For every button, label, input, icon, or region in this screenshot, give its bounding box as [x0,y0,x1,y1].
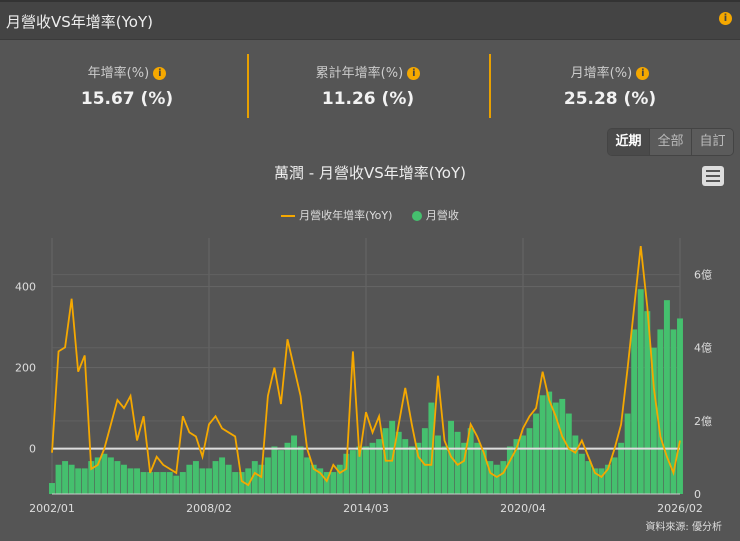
revenue-bar [539,395,546,494]
revenue-bar [291,435,298,494]
revenue-bar [134,468,141,494]
revenue-bar [369,442,376,494]
revenue-bar [68,464,75,494]
revenue-bar [395,431,402,494]
revenue-bar [434,435,441,494]
revenue-bar [657,329,664,494]
revenue-bar [330,472,337,494]
revenue-bar [153,472,160,494]
revenue-bar [232,472,239,494]
revenue-bar [297,446,304,494]
revenue-bar [578,453,585,494]
revenue-bar [212,461,219,494]
revenue-bar [474,442,481,494]
y-right-tick-label: 4億 [694,342,712,355]
revenue-bar [120,464,127,494]
revenue-bar [500,461,507,494]
revenue-bar [624,413,631,494]
revenue-bar [173,475,180,494]
revenue-bar [637,289,644,494]
revenue-bar [506,446,513,494]
revenue-bar [55,464,62,494]
y-right-tick-label: 6億 [694,269,712,282]
revenue-bar [192,461,199,494]
revenue-bar [225,464,232,494]
x-tick-label: 2002/01 [29,502,75,515]
revenue-bar [631,329,638,494]
revenue-bar [147,472,154,494]
revenue-bar [186,464,193,494]
revenue-bar [75,468,82,494]
revenue-bar [363,446,369,494]
revenue-bar [572,435,579,494]
revenue-bar [493,464,500,494]
revenue-bar [304,457,311,494]
revenue-bar [677,318,683,494]
revenue-bar [408,446,415,494]
revenue-bar [376,439,383,494]
revenue-bar [219,457,226,494]
revenue-bar [206,468,212,494]
data-source: 資料來源: 優分析 [645,522,722,533]
revenue-bar [598,468,605,494]
revenue-bar [611,457,618,494]
x-tick-label: 2008/02 [186,502,232,515]
x-tick-label: 2020/04 [500,502,546,515]
revenue-bar [618,442,625,494]
revenue-bar [402,439,409,494]
revenue-bar [166,472,173,494]
revenue-bar [277,450,284,494]
revenue-bar [533,413,540,494]
revenue-bar [49,483,55,494]
revenue-bar [585,461,592,494]
y-right-tick-label: 0 [694,488,701,501]
revenue-bar [127,468,134,494]
revenue-bar [101,453,108,494]
revenue-bar [349,450,356,494]
revenue-bar [441,446,448,494]
revenue-bar [140,472,147,494]
x-tick-label: 2014/03 [343,502,389,515]
revenue-bar [559,398,566,494]
y-right-tick-label: 2億 [694,415,712,428]
y-left-tick-label: 200 [15,362,36,375]
revenue-bar [199,468,206,494]
revenue-bar [565,413,572,494]
revenue-bar [62,461,69,494]
revenue-bar [179,472,186,494]
y-left-tick-label: 400 [15,281,36,294]
revenue-bar [81,468,88,494]
revenue-bar [114,461,121,494]
revenue-bar [520,435,526,494]
revenue-bar [526,428,533,494]
y-left-tick-label: 0 [29,443,36,456]
revenue-bar [663,300,670,494]
revenue-bar [107,457,114,494]
x-tick-label: 2026/02 [657,502,703,515]
revenue-bar [271,446,278,494]
revenue-bar [160,472,167,494]
chart-plot: 2002/01 2008/02 2014/03 2020/04 2026/0202004… [15,238,712,515]
revenue-bar [284,442,291,494]
revenue-bar [264,457,271,494]
